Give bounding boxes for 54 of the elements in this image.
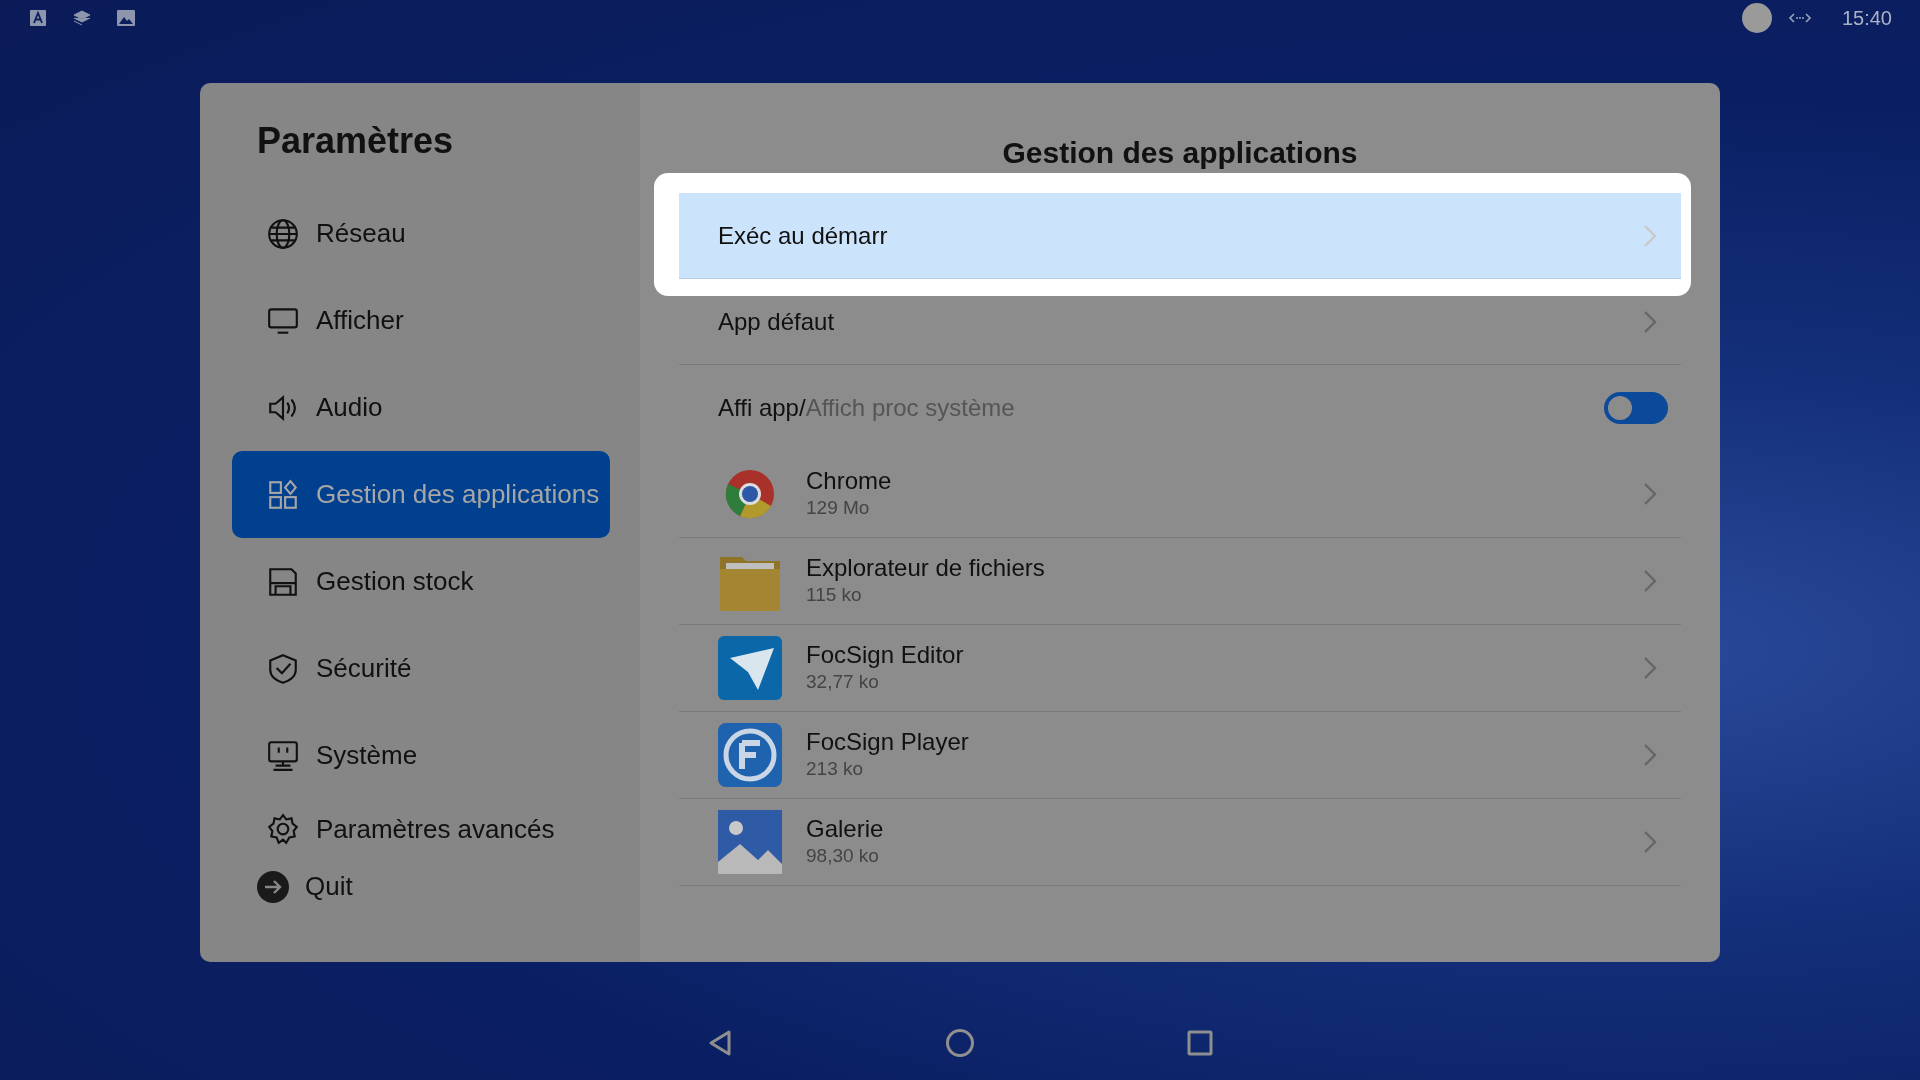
keyboard-letter-icon (28, 8, 48, 28)
sidebar-item[interactable]: Afficher (232, 277, 610, 365)
letter-f-logo-icon (718, 723, 782, 787)
app-row[interactable]: FocSign Player 213 ko (679, 712, 1681, 799)
settings-row[interactable]: Exéc au démarr (679, 193, 1681, 279)
chevron-right-icon (1642, 222, 1658, 249)
sidebar-item[interactable]: Audio (232, 364, 610, 452)
toggle-switch[interactable] (1604, 392, 1668, 424)
app-name: Explorateur de fichiers (806, 554, 1046, 584)
app-size: 213 ko (806, 757, 865, 782)
chevron-right-icon (1642, 568, 1658, 594)
app-name: FocSign Editor (806, 641, 965, 671)
sidebar-title: Paramètres (257, 119, 455, 163)
chevron-right-icon (1642, 742, 1658, 768)
app-row[interactable]: FocSign Editor 32,77 ko (679, 625, 1681, 712)
sidebar-item[interactable]: Gestion stock (232, 538, 610, 626)
app-row[interactable]: Chrome 129 Mo (679, 451, 1681, 538)
sidebar-item[interactable]: Système (232, 712, 610, 800)
clock-time: 15:40 (1841, 6, 1892, 31)
back-icon[interactable] (707, 1029, 733, 1057)
app-row[interactable]: Galerie 98,30 ko (679, 799, 1681, 886)
data-transfer-icon (1787, 11, 1812, 25)
chevron-right-icon (1642, 308, 1658, 335)
sidebar-item[interactable]: Réseau (232, 190, 610, 278)
app-name: FocSign Player (806, 728, 970, 758)
app-name: Chrome (806, 467, 893, 497)
app-size: 115 ko (806, 583, 863, 608)
landscape-image-icon (718, 810, 782, 874)
quit-button[interactable]: Quit (257, 867, 610, 907)
app-name: Galerie (806, 815, 885, 845)
app-row[interactable]: Explorateur de fichiers 115 ko (679, 538, 1681, 625)
globe-icon (266, 216, 300, 251)
sidebar-item[interactable]: Gestion des applications (232, 451, 610, 539)
chevron-right-icon (1642, 481, 1658, 507)
page-title: Gestion des applications (1001, 135, 1359, 171)
sidebar-item[interactable]: Paramètres avancés (232, 799, 610, 860)
arrow-right-icon (257, 870, 289, 903)
chevron-right-icon (1642, 655, 1658, 681)
status-circle-icon (1741, 3, 1772, 33)
recent-apps-icon[interactable] (1187, 1030, 1213, 1056)
computer-icon (266, 738, 300, 773)
app-size: 98,30 ko (806, 844, 880, 869)
image-icon (116, 8, 136, 28)
paper-plane-icon (718, 636, 782, 700)
gear-icon (266, 812, 300, 847)
app-size: 129 Mo (806, 496, 871, 521)
home-icon[interactable] (945, 1028, 975, 1058)
app-size: 32,77 ko (806, 670, 880, 695)
chevron-right-icon (1642, 829, 1658, 855)
settings-row[interactable]: App défaut (679, 279, 1681, 365)
shield-check-icon (266, 651, 300, 686)
app-grid-icon (266, 477, 300, 512)
layers-icon (72, 9, 92, 27)
sidebar-item[interactable]: Sécurité (232, 625, 610, 713)
